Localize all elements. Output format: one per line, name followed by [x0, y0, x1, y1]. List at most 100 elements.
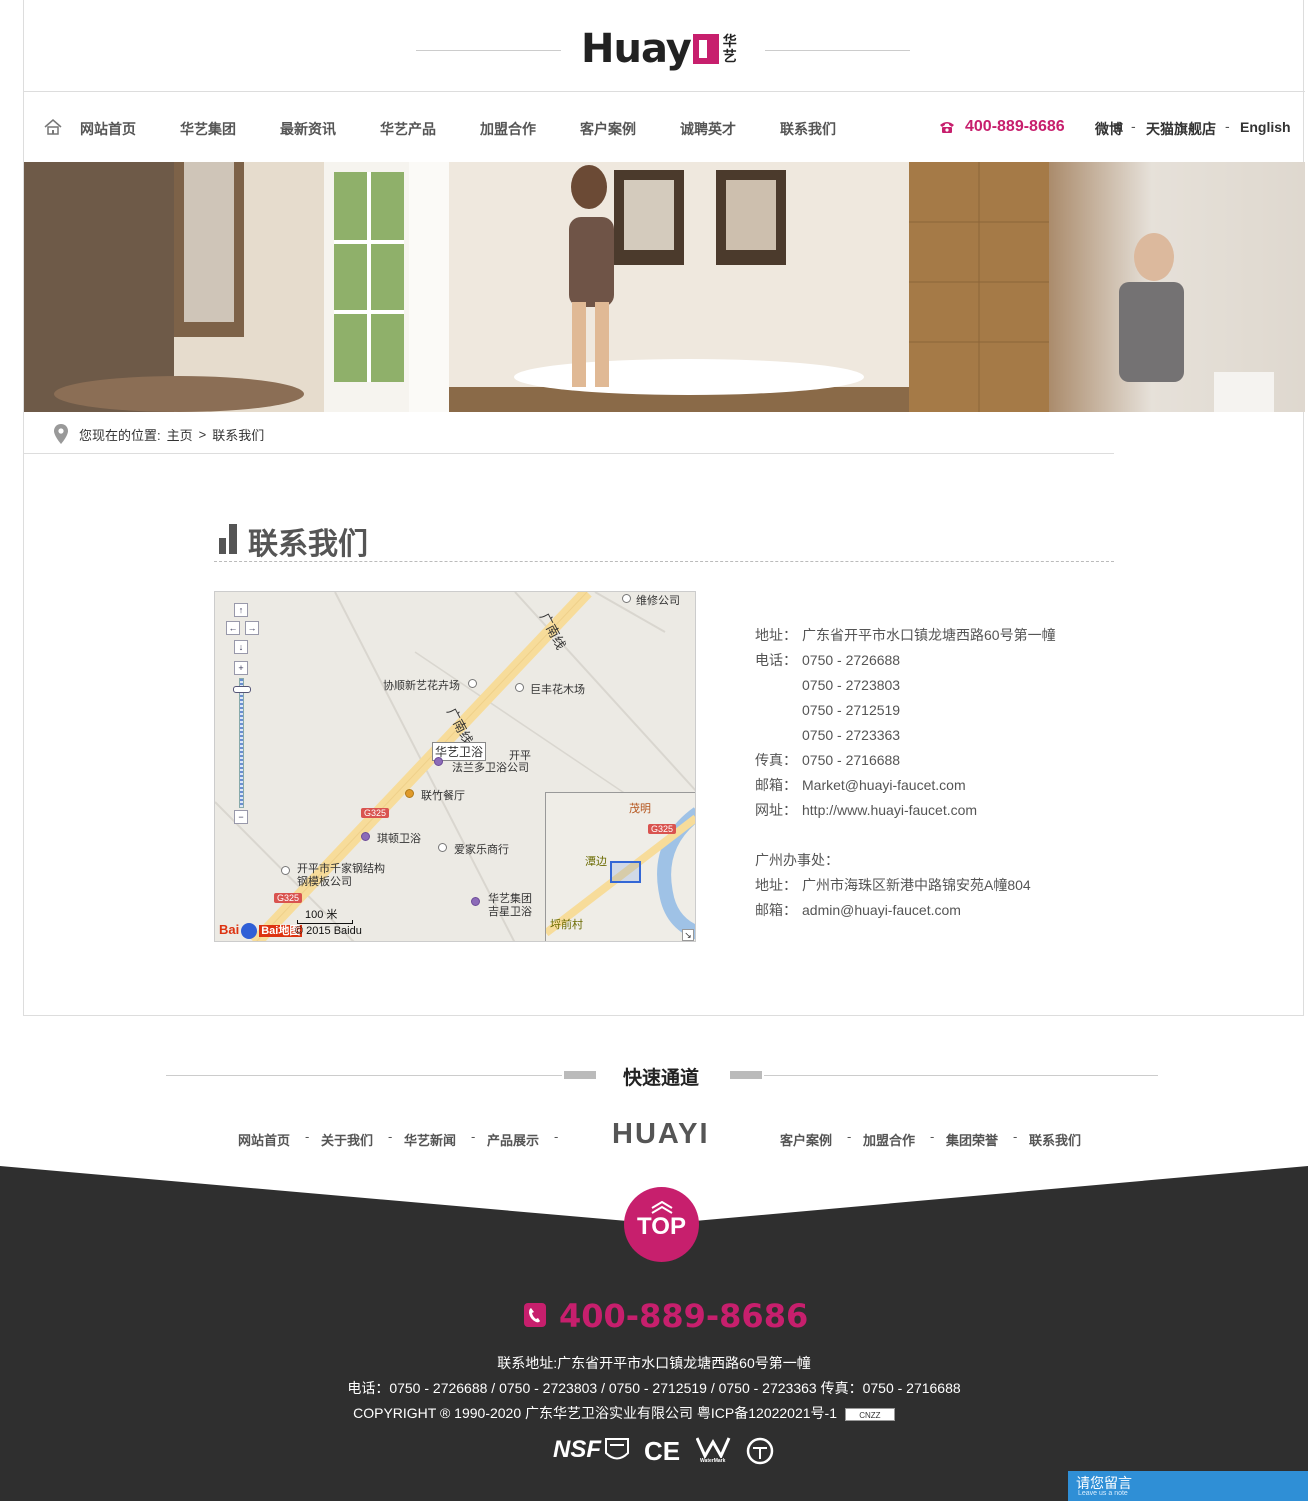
- map-poi-label: 联竹餐厅: [421, 790, 465, 802]
- logo-mark: [692, 34, 719, 64]
- overview-label: 茂明: [629, 803, 651, 815]
- breadcrumb-divider: [24, 453, 1114, 454]
- email-label: 邮箱：: [755, 777, 797, 793]
- map-zoom-in-button[interactable]: +: [234, 661, 248, 675]
- map-poi-icon: [515, 683, 524, 692]
- quick-divider-right: [764, 1075, 1158, 1076]
- nav-item-home[interactable]: 网站首页: [80, 119, 136, 139]
- nav-item-products[interactable]: 华艺产品: [380, 119, 436, 139]
- nav-separator: -: [1131, 118, 1136, 134]
- map-poi-label: 协顺新艺花卉场: [383, 680, 460, 692]
- quick-bar-right: [730, 1071, 762, 1079]
- map-poi-icon: [438, 843, 447, 852]
- map-zoom-out-button[interactable]: −: [234, 810, 248, 824]
- contact-info: 地址： 广东省开平市水口镇龙塘西路60号第一幢 电话： 0750 - 2726688…: [755, 623, 1056, 923]
- baidu-map[interactable]: ↑ ← → ↓ + − 广南线 广南线 维修公司 协顺新艺花卉场 巨丰花木场 华…: [214, 591, 696, 942]
- quick-link-franchise[interactable]: 加盟合作: [863, 1130, 915, 1149]
- title-bar-icon: [219, 538, 226, 554]
- footer-hotline[interactable]: 400-889-8686: [559, 1297, 808, 1335]
- map-zoom-slider[interactable]: [239, 678, 244, 808]
- map-poi-icon: [281, 866, 290, 875]
- map-scale-bar: [297, 920, 353, 924]
- leave-message-button[interactable]: 请您留言 Leave us a note: [1068, 1471, 1308, 1501]
- overview-viewport[interactable]: [610, 861, 641, 883]
- email-link[interactable]: Market@huayi-faucet.com: [802, 773, 966, 798]
- ce-logo: CE: [644, 1436, 681, 1466]
- nav-weibo-link[interactable]: 微博: [1095, 119, 1123, 139]
- address-value: 广东省开平市水口镇龙塘西路60号第一幢: [802, 627, 1056, 643]
- map-poi-label: 钢模板公司: [297, 876, 352, 888]
- nav-item-cases[interactable]: 客户案例: [580, 119, 636, 139]
- logo-divider-right: [765, 50, 910, 51]
- nav-item-careers[interactable]: 诚聘英才: [680, 119, 736, 139]
- logo-divider-left: [416, 50, 561, 51]
- location-pin-icon: [54, 424, 68, 444]
- map-pan-left-button[interactable]: ←: [226, 621, 240, 635]
- map-poi-icon: [405, 789, 414, 798]
- cnzz-badge[interactable]: CNZZ: [844, 1407, 895, 1421]
- map-pan-down-button[interactable]: ↓: [234, 640, 248, 654]
- map-highway-badge: G325: [648, 824, 677, 834]
- quick-separator: -: [554, 1129, 559, 1144]
- map-copyright: © 2015 Baidu: [295, 925, 362, 937]
- quick-link-products[interactable]: 产品展示: [487, 1130, 539, 1149]
- quick-link-home[interactable]: 网站首页: [238, 1130, 290, 1149]
- quick-link-contact[interactable]: 联系我们: [1029, 1130, 1081, 1149]
- quick-divider-left: [166, 1075, 562, 1076]
- tel-label: 电话：: [755, 652, 797, 668]
- quick-bar-left: [564, 1071, 596, 1079]
- map-poi-label: 琪顿卫浴: [377, 833, 421, 845]
- map-overview[interactable]: 茂明 G325 潭边 埒前村 ↘: [545, 792, 695, 941]
- nav-tmall-link[interactable]: 天猫旗舰店: [1146, 119, 1216, 139]
- website-link[interactable]: http://www.huayi-faucet.com: [802, 798, 977, 823]
- quick-link-about[interactable]: 关于我们: [321, 1130, 373, 1149]
- footer-logo-text[interactable]: HUAYI: [612, 1118, 710, 1151]
- map-poi-label: 爱家乐商行: [454, 844, 509, 856]
- quick-link-cases[interactable]: 客户案例: [780, 1130, 832, 1149]
- fax-label: 传真：: [755, 752, 797, 768]
- map-highway-badge: G325: [361, 808, 390, 818]
- nav-item-news[interactable]: 最新资讯: [280, 119, 336, 139]
- tel-value: 0750 - 2723363: [802, 727, 901, 743]
- map-pan-up-button[interactable]: ↑: [234, 603, 248, 617]
- gz-email-label: 邮箱：: [755, 902, 797, 918]
- top-label: TOP: [637, 1213, 686, 1240]
- gz-email-link[interactable]: admin@huayi-faucet.com: [802, 898, 961, 923]
- quick-separator: -: [1013, 1129, 1018, 1144]
- quick-link-honors[interactable]: 集团荣誉: [946, 1130, 998, 1149]
- breadcrumb-current: 联系我们: [212, 427, 265, 443]
- footer-tel: 电话：0750 - 2726688 / 0750 - 2723803 / 075…: [347, 1380, 961, 1396]
- upc-shield-icon: [605, 1438, 629, 1460]
- quick-separator: -: [471, 1129, 476, 1144]
- nav-item-franchise[interactable]: 加盟合作: [480, 119, 536, 139]
- nav-item-contact[interactable]: 联系我们: [780, 119, 836, 139]
- breadcrumb-arrow: >: [198, 426, 207, 442]
- overview-label: 埒前村: [550, 919, 583, 931]
- map-poi-label: 吉星卫浴: [488, 906, 532, 918]
- brand-logo[interactable]: Huay 华艺: [581, 26, 737, 72]
- quick-separator: -: [847, 1129, 852, 1144]
- section-divider: [214, 561, 1114, 562]
- map-poi-label: 法兰多卫浴公司: [452, 762, 529, 774]
- map-zoom-handle[interactable]: [233, 686, 251, 693]
- map-poi-icon: [471, 897, 480, 906]
- nav-hotline[interactable]: 400-889-8686: [965, 118, 1065, 136]
- overview-toggle-button[interactable]: ↘: [682, 929, 694, 941]
- quick-link-news[interactable]: 华艺新闻: [404, 1130, 456, 1149]
- logo-text: Huay: [581, 26, 692, 72]
- nav-item-group[interactable]: 华艺集团: [180, 119, 236, 139]
- fax-value: 0750 - 2716688: [802, 752, 901, 768]
- back-to-top-button[interactable]: TOP: [624, 1187, 699, 1262]
- map-highway-badge: G325: [274, 893, 303, 903]
- nav-english-link[interactable]: English: [1240, 119, 1291, 135]
- watermark-icon: [695, 1437, 731, 1460]
- tel-value: 0750 - 2723803: [802, 677, 901, 693]
- breadcrumb-home[interactable]: 主页: [167, 425, 193, 444]
- map-pan-right-button[interactable]: →: [245, 621, 259, 635]
- guangzhou-office-title: 广州办事处：: [755, 852, 839, 868]
- nsf-logo: NSF: [553, 1436, 601, 1463]
- csa-logo-icon: [746, 1437, 774, 1465]
- phone-icon: [940, 122, 954, 133]
- home-icon: [44, 119, 62, 135]
- leave-message-sublabel: Leave us a note: [1078, 1490, 1128, 1497]
